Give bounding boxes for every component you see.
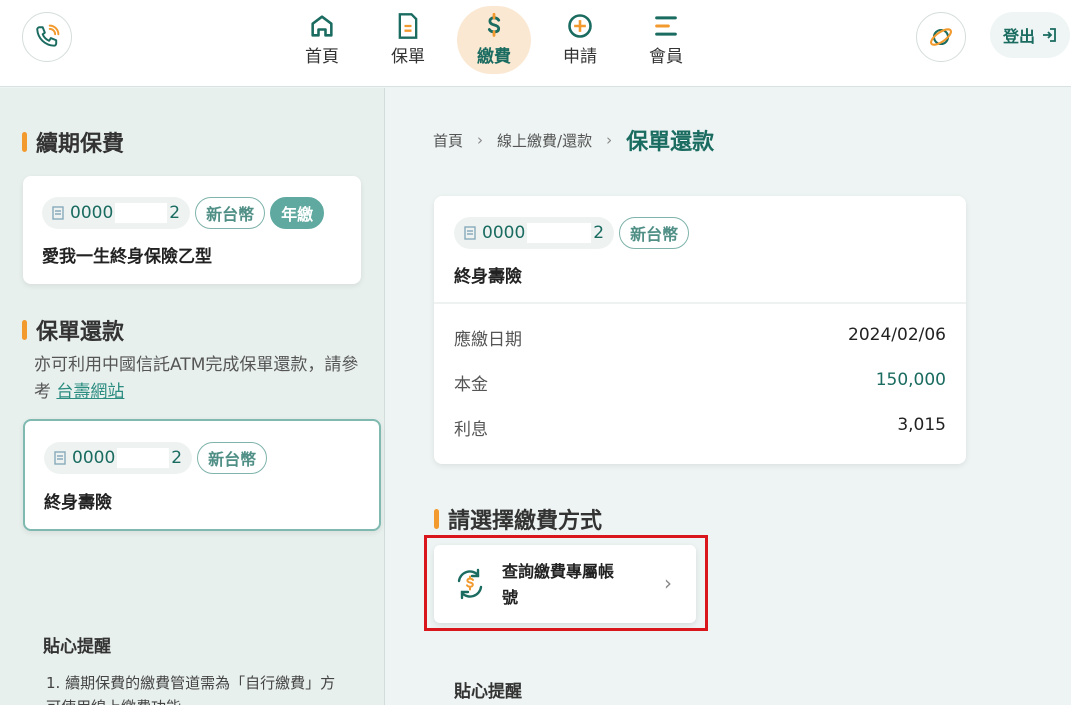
principal-label: 本金 [454, 375, 488, 395]
currency-tag: 新台幣 [619, 217, 690, 249]
renewal-policy-card[interactable] [23, 176, 361, 284]
interest-row: 利息 3,015 [454, 415, 946, 440]
phone-button[interactable] [22, 12, 72, 62]
chevron-right-icon: › [477, 131, 484, 149]
nav-label: 繳費 [477, 47, 511, 67]
main-tips-title: 貼心提醒 [454, 682, 522, 702]
renewal-section-title: 續期保費 [22, 126, 124, 158]
taiwan-life-website-link[interactable]: 台壽網站 [56, 382, 124, 402]
product-name: 終身壽險 [44, 493, 112, 513]
renewal-policy-row: 0000 2 新台幣 年繳 [42, 197, 325, 229]
due-date-row: 應繳日期 2024/02/06 [454, 325, 946, 350]
section-marker [22, 320, 27, 340]
nav-item-home[interactable]: 首頁 [285, 6, 359, 74]
due-date-label: 應繳日期 [454, 330, 522, 350]
repay-policy-card[interactable] [23, 419, 381, 531]
nav-label: 會員 [649, 47, 683, 67]
payment-frequency-tag: 年繳 [270, 197, 325, 229]
breadcrumb: 首頁 › 線上繳費/還款 › 保單還款 [433, 124, 714, 156]
repay-section-title: 保單還款 [22, 314, 124, 346]
nav-item-apply[interactable]: 申請 [543, 6, 617, 74]
document-icon [396, 12, 420, 40]
breadcrumb-home[interactable]: 首頁 [433, 130, 463, 151]
repay-note: 亦可利用中國信託ATM完成保單還款，請參考 台壽網站 [34, 355, 359, 402]
currency-tag: 新台幣 [197, 442, 268, 474]
nav-item-policy[interactable]: 保單 [371, 6, 445, 74]
logout-icon [1043, 28, 1056, 42]
document-icon [52, 206, 64, 220]
policy-number: 0000 2 [454, 217, 615, 249]
nav-item-payment[interactable]: 繳費 [457, 6, 531, 74]
product-name: 愛我一生終身保險乙型 [42, 247, 212, 267]
nav-label: 首頁 [305, 47, 339, 67]
chevron-right-icon: › [606, 131, 613, 149]
nav-label: 保單 [391, 47, 425, 67]
policy-number: 0000 2 [44, 442, 193, 474]
document-icon [54, 451, 66, 465]
page-title: 保單還款 [626, 130, 715, 155]
top-header: 首頁 保單 繳費 申請 會員 登出 [0, 0, 1071, 87]
nav-label: 申請 [563, 47, 597, 67]
repay-policy-row: 0000 2 新台幣 [44, 442, 268, 474]
section-marker [22, 132, 27, 152]
detail-policy-row: 0000 2 新台幣 [454, 217, 690, 249]
home-icon [308, 12, 336, 40]
planet-icon [930, 28, 952, 46]
document-icon [464, 226, 476, 240]
menu-icon [652, 12, 680, 40]
logout-button[interactable]: 登出 [990, 12, 1070, 58]
interest-label: 利息 [454, 420, 488, 440]
plus-circle-icon [566, 12, 594, 40]
sidebar-tips-item: 1. 續期保費的繳費管道需為「自行繳費」方可使用線上繳費功能。 [46, 674, 336, 705]
principal-row: 本金 150,000 [454, 370, 946, 395]
policy-number: 0000 2 [42, 197, 191, 229]
sidebar-tips-title: 貼心提醒 [43, 637, 111, 657]
nav-item-member[interactable]: 會員 [629, 6, 703, 74]
highlight-box [424, 535, 708, 631]
principal-value: 150,000 [875, 370, 946, 390]
dollar-icon [482, 12, 506, 40]
phone-icon [36, 24, 60, 47]
section-marker [434, 509, 439, 529]
due-date-value: 2024/02/06 [848, 325, 946, 345]
currency-tag: 新台幣 [195, 197, 266, 229]
planet-button[interactable] [916, 12, 966, 62]
breadcrumb-online-payment[interactable]: 線上繳費/還款 [497, 130, 592, 151]
payment-method-title: 請選擇繳費方式 [434, 503, 602, 535]
interest-value: 3,015 [897, 415, 946, 435]
product-name: 終身壽險 [454, 267, 522, 287]
logout-label: 登出 [1002, 27, 1035, 46]
